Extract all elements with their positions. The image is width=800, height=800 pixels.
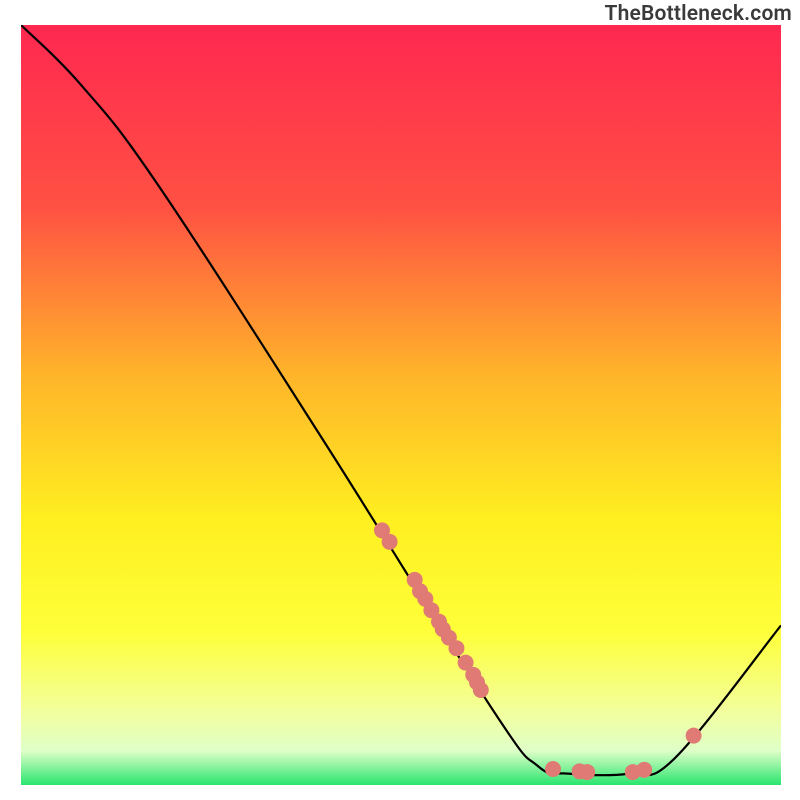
- line-layer: [21, 25, 781, 785]
- chart-figure: TheBottleneck.com: [0, 0, 800, 800]
- data-point: [545, 761, 561, 777]
- data-points: [374, 522, 702, 780]
- attribution-label: TheBottleneck.com: [604, 2, 792, 26]
- bottleneck-curve: [21, 25, 781, 775]
- plot-area: [21, 25, 781, 785]
- data-point: [579, 764, 595, 780]
- data-point: [382, 534, 398, 550]
- data-point: [449, 640, 465, 656]
- data-point: [636, 762, 652, 778]
- data-point: [473, 682, 489, 698]
- data-point: [686, 728, 702, 744]
